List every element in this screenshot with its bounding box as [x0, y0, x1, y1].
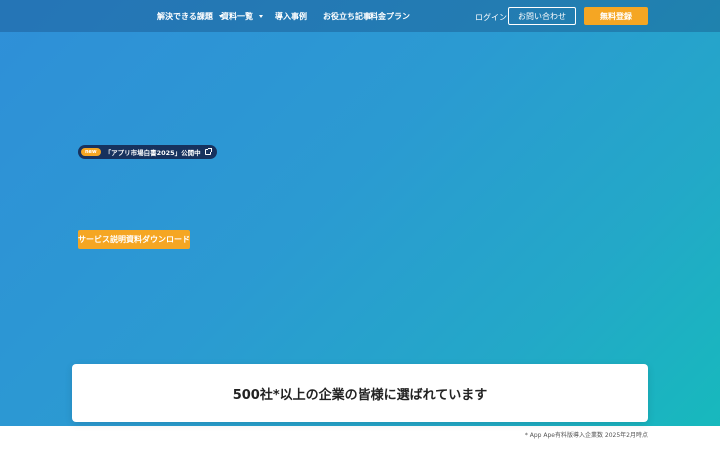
announcement-pill[interactable]: new 「アプリ市場白書2025」公開中	[78, 145, 217, 159]
nav-articles-label: お役立ち記事	[323, 12, 371, 21]
nav-pricing[interactable]: 料金プラン	[370, 11, 410, 22]
contact-button[interactable]: お問い合わせ	[508, 7, 576, 25]
nav-articles[interactable]: お役立ち記事	[323, 11, 371, 22]
external-link-icon	[204, 148, 212, 155]
nav-documents[interactable]: 資料一覧	[221, 11, 263, 22]
register-button[interactable]: 無料登録	[584, 7, 648, 25]
nav-case-studies[interactable]: 導入事例	[275, 11, 307, 22]
trust-card: 500社*以上の企業の皆様に選ばれています	[72, 364, 648, 422]
trust-footnote: * App Ape有料版導入企業数 2025年2月時点	[524, 432, 648, 439]
trust-title: 500社*以上の企業の皆様に選ばれています	[232, 387, 488, 403]
nav-pricing-label: 料金プラン	[370, 12, 410, 21]
login-link[interactable]: ログイン	[475, 12, 507, 23]
nav-solutions-label: 解決できる課題	[157, 12, 213, 21]
new-badge: new	[81, 148, 101, 156]
nav-case-studies-label: 導入事例	[275, 12, 307, 21]
chevron-down-icon	[259, 15, 263, 18]
hero-section: 解決できる課題 資料一覧 導入事例 お役立ち記事 料金プラン ログイン お問い合…	[0, 0, 720, 426]
nav-solutions[interactable]: 解決できる課題	[157, 11, 223, 22]
site-header: 解決できる課題 資料一覧 導入事例 お役立ち記事 料金プラン ログイン お問い合…	[0, 0, 720, 32]
nav-documents-label: 資料一覧	[221, 12, 253, 21]
announcement-text: 「アプリ市場白書2025」公開中	[104, 149, 201, 157]
download-cta-button[interactable]: サービス説明資料ダウンロード	[78, 230, 190, 249]
